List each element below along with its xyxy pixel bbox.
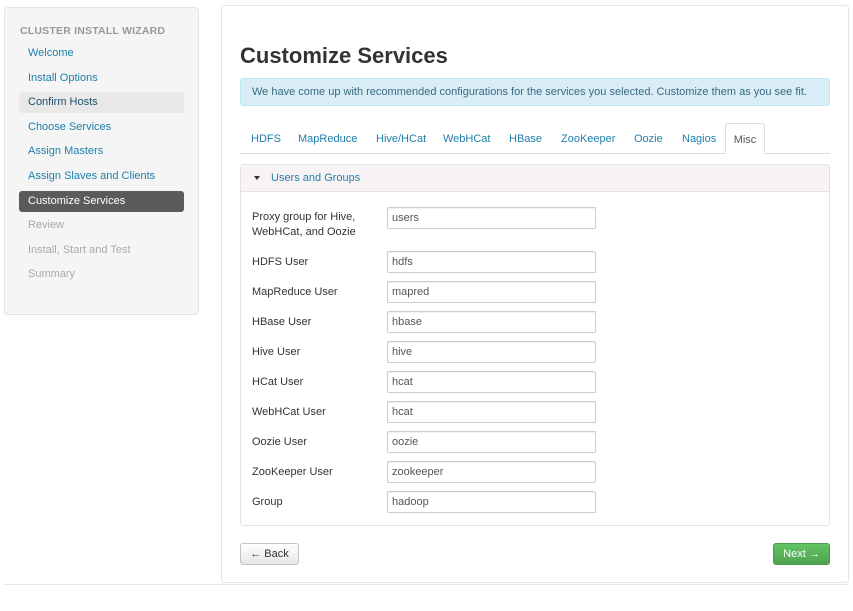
- tab-hbase[interactable]: HBase: [509, 123, 542, 154]
- section-title: Users and Groups: [271, 172, 361, 184]
- sidebar-item-install-start-test: Install, Start and Test: [28, 243, 131, 256]
- sidebar-item-assign-slaves-clients[interactable]: Assign Slaves and Clients: [19, 166, 184, 187]
- footer-divider: [4, 584, 849, 585]
- main-content: Customize Services We have come up with …: [221, 5, 849, 583]
- service-tabs: HDFS MapReduce Hive/HCat WebHCat HBase Z…: [240, 123, 830, 154]
- caret-down-icon: [254, 176, 260, 180]
- back-button[interactable]: ← Back: [240, 543, 299, 565]
- field-label-hdfs-user: HDFS User: [252, 256, 309, 268]
- page-title: Customize Services: [240, 43, 448, 68]
- webhcat-user-input[interactable]: [387, 401, 596, 423]
- hcat-user-input[interactable]: [387, 371, 596, 393]
- group-input[interactable]: [387, 491, 596, 513]
- sidebar-item-customize-services[interactable]: Customize Services: [19, 190, 184, 212]
- field-label-group: Group: [252, 496, 283, 508]
- sidebar-item-choose-services[interactable]: Choose Services: [19, 117, 184, 138]
- tab-hdfs[interactable]: HDFS: [251, 123, 281, 154]
- tab-hive-hcat[interactable]: Hive/HCat: [376, 123, 426, 154]
- field-label-mapreduce-user: MapReduce User: [252, 286, 338, 298]
- field-label-oozie-user: Oozie User: [252, 436, 308, 448]
- field-label-proxy-group: Proxy group for Hive, WebHCat, and Oozie: [252, 211, 356, 238]
- info-alert: We have come up with recommended configu…: [240, 78, 830, 106]
- field-label-hcat-user: HCat User: [252, 376, 304, 388]
- sidebar-item-install-options[interactable]: Install Options: [19, 68, 184, 89]
- hbase-user-input[interactable]: [387, 311, 596, 333]
- field-label-zookeeper-user: ZooKeeper User: [252, 466, 333, 478]
- users-groups-toggle[interactable]: Users and Groups: [241, 165, 829, 192]
- sidebar-item-review: Review: [28, 219, 65, 232]
- next-button[interactable]: Next →: [773, 543, 830, 565]
- sidebar-item-welcome[interactable]: Welcome: [19, 43, 184, 64]
- sidebar-item-confirm-hosts[interactable]: Confirm Hosts: [19, 92, 184, 114]
- oozie-user-input[interactable]: [387, 431, 596, 453]
- tab-mapreduce[interactable]: MapReduce: [298, 123, 357, 154]
- proxy-group-input[interactable]: [387, 207, 596, 229]
- sidebar-title: CLUSTER INSTALL WIZARD: [20, 25, 166, 37]
- zookeeper-user-input[interactable]: [387, 461, 596, 483]
- mapreduce-user-input[interactable]: [387, 281, 596, 303]
- sidebar-item-summary: Summary: [28, 268, 76, 281]
- tab-nagios[interactable]: Nagios: [682, 123, 716, 154]
- field-label-webhcat-user: WebHCat User: [252, 406, 326, 418]
- users-groups-panel: Users and Groups Proxy group for Hive, W…: [240, 164, 830, 526]
- tab-zookeeper[interactable]: ZooKeeper: [561, 123, 615, 154]
- tab-oozie[interactable]: Oozie: [634, 123, 663, 154]
- hive-user-input[interactable]: [387, 341, 596, 363]
- sidebar-item-assign-masters[interactable]: Assign Masters: [19, 141, 184, 162]
- field-label-hive-user: Hive User: [252, 346, 301, 358]
- field-label-hbase-user: HBase User: [252, 316, 312, 328]
- tab-webhcat[interactable]: WebHCat: [443, 123, 490, 154]
- hdfs-user-input[interactable]: [387, 251, 596, 273]
- wizard-sidebar: CLUSTER INSTALL WIZARD Welcome Install O…: [4, 7, 199, 315]
- tab-misc[interactable]: Misc: [725, 123, 765, 154]
